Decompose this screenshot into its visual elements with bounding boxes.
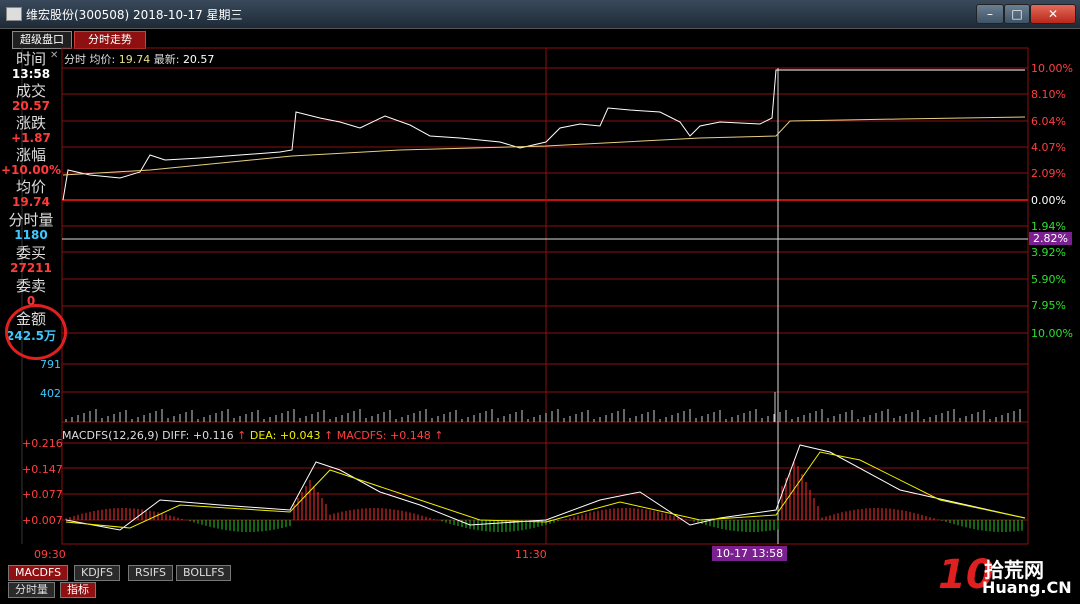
chart-frame: [61, 47, 1029, 545]
header-avg-value: 19.74: [118, 53, 151, 66]
macd-header: MACDFS(12,26,9) DIFF: +0.116 ↑ DEA: +0.0…: [62, 429, 443, 442]
avg-value: 19.74: [12, 195, 50, 209]
header-prefix: 分时: [64, 53, 86, 66]
vol-value: 1180: [14, 228, 48, 242]
axis-cursor: 2.82%: [1029, 232, 1072, 245]
axis-down-6: 5.90%: [1031, 273, 1066, 286]
vol-label: 分时量: [8, 211, 54, 229]
macd-axis-3: +0.007: [22, 514, 63, 527]
logo-url: Huang.CN: [982, 578, 1072, 597]
tab-kdjfs[interactable]: KDJFS: [74, 565, 121, 581]
pct-label: 涨幅: [15, 146, 46, 164]
dea-value: +0.043: [279, 429, 321, 442]
tab-volume[interactable]: 分时量: [8, 582, 55, 598]
header-latest-label: 最新:: [153, 53, 180, 66]
intraday-chart[interactable]: [0, 0, 1080, 604]
axis-down-10: 10.00%: [1031, 327, 1073, 340]
axis-up-10: 10.00%: [1031, 62, 1073, 75]
axis-up-4: 4.07%: [1031, 141, 1066, 154]
time-label: 时间: [15, 50, 46, 68]
axis-down-8: 7.95%: [1031, 299, 1066, 312]
deal-value: 20.57: [12, 99, 50, 113]
diff-value: +0.116: [192, 429, 234, 442]
pct-value: +10.00%: [0, 163, 62, 177]
bid-value: 27211: [10, 261, 52, 275]
header-avg-label: 均价:: [89, 53, 116, 66]
macdfs-label: MACDFS:: [336, 429, 387, 442]
axis-up-2: 2.09%: [1031, 167, 1066, 180]
macd-axis-1: +0.147: [22, 463, 63, 476]
highlight-circle: [5, 304, 67, 360]
average-line: [62, 116, 1026, 176]
macd-axis-0: +0.216: [22, 437, 63, 450]
vol-axis-high: 791: [40, 358, 61, 371]
macd-title: MACDFS(12,26,9): [62, 429, 159, 442]
change-value: +1.87: [11, 131, 51, 145]
macd-axis-2: +0.077: [22, 488, 63, 501]
tab-indicator[interactable]: 指标: [60, 582, 96, 598]
axis-up-8: 8.10%: [1031, 88, 1066, 101]
deal-label: 成交: [15, 82, 46, 100]
tab-bollfs[interactable]: BOLLFS: [176, 565, 232, 581]
time-axis-start: 09:30: [34, 548, 66, 561]
axis-up-6: 6.04%: [1031, 115, 1066, 128]
diff-arrow-icon: ↑: [237, 429, 247, 442]
site-logo: 10 拾荒网 Huang.CN: [938, 552, 1072, 600]
tab-macdfs[interactable]: MACDFS: [8, 565, 69, 581]
tab-rsifs[interactable]: RSIFS: [128, 565, 173, 581]
macdfs-arrow-icon: ↑: [434, 429, 444, 442]
time-axis-mid: 11:30: [515, 548, 547, 561]
avg-label: 均价: [15, 178, 46, 196]
bid-label: 委买: [15, 244, 46, 262]
price-line: [62, 69, 1025, 201]
macdfs-value: +0.148: [390, 429, 431, 442]
change-label: 涨跌: [15, 114, 46, 132]
vol-axis-mid: 402: [40, 387, 61, 400]
ask-label: 委卖: [15, 277, 46, 295]
time-axis-cursor: 10-17 13:58: [712, 546, 788, 561]
chart-header: 分时 均价: 19.74 最新: 20.57: [64, 51, 214, 67]
time-value: 13:58: [11, 67, 51, 81]
axis-zero: 0.00%: [1031, 194, 1066, 207]
axis-down-4: 3.92%: [1031, 246, 1066, 259]
header-latest-value: 20.57: [182, 53, 215, 66]
dea-label: DEA:: [249, 429, 277, 442]
diff-label: DIFF:: [162, 429, 190, 442]
dea-arrow-icon: ↑: [324, 429, 334, 442]
